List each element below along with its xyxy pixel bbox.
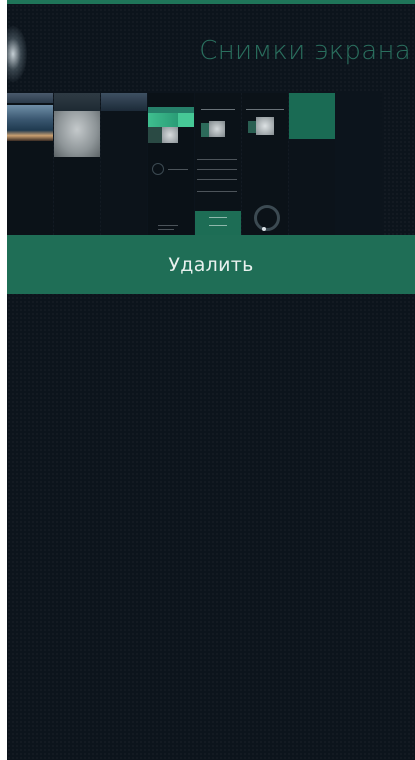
thumbnail-image bbox=[248, 121, 256, 133]
thumbnail-image bbox=[197, 179, 237, 180]
thumbnail-screenshot[interactable] bbox=[101, 93, 147, 235]
thumbnail-image bbox=[197, 191, 237, 192]
thumbnail-screenshot[interactable] bbox=[242, 93, 288, 235]
delete-label: Удалить bbox=[168, 253, 254, 276]
thumbnail-image bbox=[152, 163, 164, 175]
thumbnail-screenshot[interactable] bbox=[148, 93, 194, 235]
delete-menu-item[interactable]: Удалить bbox=[7, 235, 415, 294]
thumbnail-grid bbox=[7, 93, 415, 235]
thumbnail-image bbox=[148, 113, 178, 127]
thumbnail-image bbox=[178, 113, 194, 127]
thumbnail-image bbox=[201, 109, 235, 110]
thumbnail-image bbox=[209, 217, 227, 218]
thumbnail-image bbox=[209, 225, 227, 226]
thumbnail-image bbox=[197, 159, 237, 160]
thumbnail-image bbox=[209, 121, 225, 137]
pulley-menu-indicator[interactable] bbox=[7, 26, 27, 82]
thumbnail-image bbox=[7, 93, 53, 103]
thumbnail-image bbox=[54, 111, 100, 157]
screenshots-gallery-page: Снимки экрана Удалить bbox=[7, 0, 415, 760]
thumbnail-image bbox=[195, 211, 241, 235]
thumbnail-empty-area bbox=[289, 140, 335, 235]
thumbnail-image bbox=[197, 169, 237, 170]
thumbnail-image bbox=[168, 169, 188, 170]
thumbnail-image bbox=[256, 117, 274, 135]
thumbnail-image bbox=[262, 227, 266, 231]
thumbnail-screenshot[interactable] bbox=[289, 93, 335, 139]
page-title: Снимки экрана bbox=[199, 36, 411, 66]
thumbnail-empty-area bbox=[336, 93, 382, 235]
thumbnail-screenshot[interactable] bbox=[195, 93, 241, 235]
thumbnail-image bbox=[7, 105, 53, 141]
thumbnail-image bbox=[254, 205, 280, 231]
thumbnail-image bbox=[158, 229, 174, 230]
thumbnail-screenshot[interactable] bbox=[7, 93, 53, 235]
thumbnail-image bbox=[148, 127, 162, 143]
top-accent-bar bbox=[7, 0, 415, 4]
thumbnail-image bbox=[201, 123, 209, 137]
thumbnail-image bbox=[246, 109, 284, 110]
thumbnail-image bbox=[158, 225, 178, 226]
thumbnail-image bbox=[162, 127, 178, 143]
thumbnail-image bbox=[54, 93, 100, 111]
thumbnail-screenshot[interactable] bbox=[54, 93, 100, 235]
thumbnail-image bbox=[101, 93, 147, 111]
